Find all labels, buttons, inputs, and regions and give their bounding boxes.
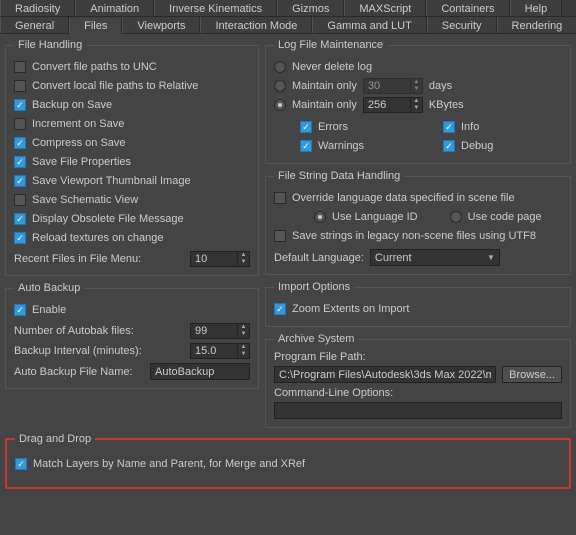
chk-compress-save[interactable]: [14, 137, 26, 149]
spinner-kb[interactable]: 256▲▼: [363, 97, 423, 113]
chk-errors[interactable]: [300, 121, 312, 133]
tab-interaction-mode[interactable]: Interaction Mode: [200, 17, 312, 33]
spinner-days[interactable]: 30▲▼: [363, 78, 423, 94]
tab-animation[interactable]: Animation: [75, 0, 154, 16]
tab-containers[interactable]: Containers: [426, 0, 509, 16]
tab-row-1: RadiosityAnimationInverse KinematicsGizm…: [0, 0, 576, 17]
tab-gamma-and-lut[interactable]: Gamma and LUT: [312, 17, 426, 33]
tab-row-2: GeneralFilesViewportsInteraction ModeGam…: [0, 17, 576, 34]
input-autobak-name[interactable]: [150, 363, 250, 380]
chk-info[interactable]: [443, 121, 455, 133]
tab-maxscript[interactable]: MAXScript: [344, 0, 426, 16]
radio-maintain-days[interactable]: [274, 80, 286, 92]
chk-debug[interactable]: [443, 140, 455, 152]
chk-save-thumb[interactable]: [14, 175, 26, 187]
chk-save-schem[interactable]: [14, 194, 26, 206]
tab-help[interactable]: Help: [510, 0, 563, 16]
group-import: Import Options Zoom Extents on Import: [265, 281, 571, 327]
chk-override-lang[interactable]: [274, 192, 286, 204]
tab-viewports[interactable]: Viewports: [122, 17, 200, 33]
chk-save-legacy[interactable]: [274, 230, 286, 242]
group-strings: File String Data Handling Override langu…: [265, 170, 571, 275]
chk-obsolete[interactable]: [14, 213, 26, 225]
tab-general[interactable]: General: [0, 17, 69, 33]
chk-backup-save[interactable]: [14, 99, 26, 111]
radio-maintain-kb[interactable]: [274, 99, 286, 111]
chk-match-layers[interactable]: [15, 458, 27, 470]
radio-use-lang[interactable]: [314, 211, 326, 223]
input-cmd-options[interactable]: [274, 402, 562, 419]
chk-convert-unc[interactable]: [14, 61, 26, 73]
tab-gizmos[interactable]: Gizmos: [277, 0, 344, 16]
tab-radiosity[interactable]: Radiosity: [0, 0, 75, 16]
group-auto-backup: Auto Backup Enable Number of Autobak fil…: [5, 282, 259, 389]
group-archive: Archive System Program File Path: Browse…: [265, 333, 571, 428]
chk-convert-rel[interactable]: [14, 80, 26, 92]
chk-increment-save[interactable]: [14, 118, 26, 130]
radio-never-delete[interactable]: [274, 61, 286, 73]
group-log: Log File Maintenance Never delete log Ma…: [265, 39, 571, 164]
spinner-autobak-num[interactable]: 99▲▼: [190, 323, 250, 339]
combo-default-lang[interactable]: Current▼: [370, 249, 500, 266]
tab-rendering[interactable]: Rendering: [497, 17, 576, 33]
spinner-autobak-interval[interactable]: 15.0▲▼: [190, 343, 250, 359]
chk-zoom-extents[interactable]: [274, 303, 286, 315]
chk-warnings[interactable]: [300, 140, 312, 152]
chk-save-props[interactable]: [14, 156, 26, 168]
radio-use-code[interactable]: [450, 211, 462, 223]
tab-inverse-kinematics[interactable]: Inverse Kinematics: [154, 0, 277, 16]
chk-enable-autobak[interactable]: [14, 304, 26, 316]
chk-reload-tex[interactable]: [14, 232, 26, 244]
spinner-recent[interactable]: 10▲▼: [190, 251, 250, 267]
legend: File Handling: [14, 39, 86, 51]
group-file-handling: File Handling Convert file paths to UNC …: [5, 39, 259, 276]
browse-button[interactable]: Browse...: [502, 366, 562, 383]
tab-files[interactable]: Files: [69, 18, 122, 34]
group-drag-drop: Drag and Drop Match Layers by Name and P…: [5, 433, 571, 489]
input-archive-path[interactable]: [274, 366, 496, 383]
tab-security[interactable]: Security: [427, 17, 497, 33]
